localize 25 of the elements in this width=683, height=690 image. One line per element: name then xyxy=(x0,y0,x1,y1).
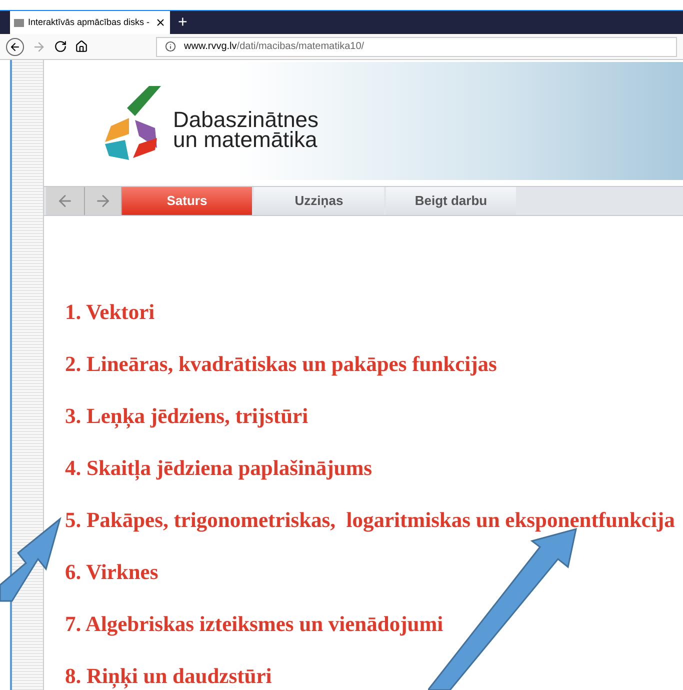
chapter-link[interactable]: 4. Skaitļa jēdziena paplašinājums xyxy=(65,456,683,481)
chapter-link[interactable]: 8. Riņķi un daudzstūri xyxy=(65,664,683,689)
chapter-link[interactable]: 7. Algebriskas izteiksmes un vienādojumi xyxy=(65,612,683,637)
chapter-link[interactable]: 1. Vektori xyxy=(65,300,683,325)
address-bar[interactable]: www.rvvg.lv/dati/macibas/matematika10/ xyxy=(156,36,677,56)
tab-title: Interaktīvās apmācības disks - xyxy=(28,16,151,29)
chapter-link[interactable]: 5. Pakāpes, trigonometriskas, logaritmiskas un eksponentfunkcija xyxy=(65,508,683,533)
url-text: www.rvvg.lv/dati/macibas/matematika10/ xyxy=(184,40,364,54)
logo-text: Dabaszinātnes xyxy=(173,110,319,130)
new-tab-button[interactable]: + xyxy=(170,11,196,34)
chapter-link[interactable]: 3. Leņķa jēdziens, trijstūri xyxy=(65,404,683,429)
home-icon[interactable] xyxy=(75,40,88,53)
favicon-icon xyxy=(14,18,24,26)
info-icon xyxy=(165,41,176,52)
nav-tab[interactable]: Beigt darbu xyxy=(386,187,516,215)
nav-tab[interactable]: Saturs xyxy=(122,187,252,215)
logo-text: un matemātika xyxy=(173,130,318,150)
close-icon[interactable] xyxy=(155,17,166,28)
chapter-link[interactable]: 2. Lineāras, kvadrātiskas un pakāpes funkcijas xyxy=(65,352,683,377)
nav-tab[interactable]: Uzziņas xyxy=(254,187,384,215)
reload-icon[interactable] xyxy=(54,40,67,53)
back-icon[interactable] xyxy=(6,38,24,56)
chapter-link[interactable]: 6. Virknes xyxy=(65,560,683,585)
arrow-right-icon xyxy=(94,192,112,210)
browser-tab[interactable]: Interaktīvās apmācības disks - xyxy=(10,11,170,34)
